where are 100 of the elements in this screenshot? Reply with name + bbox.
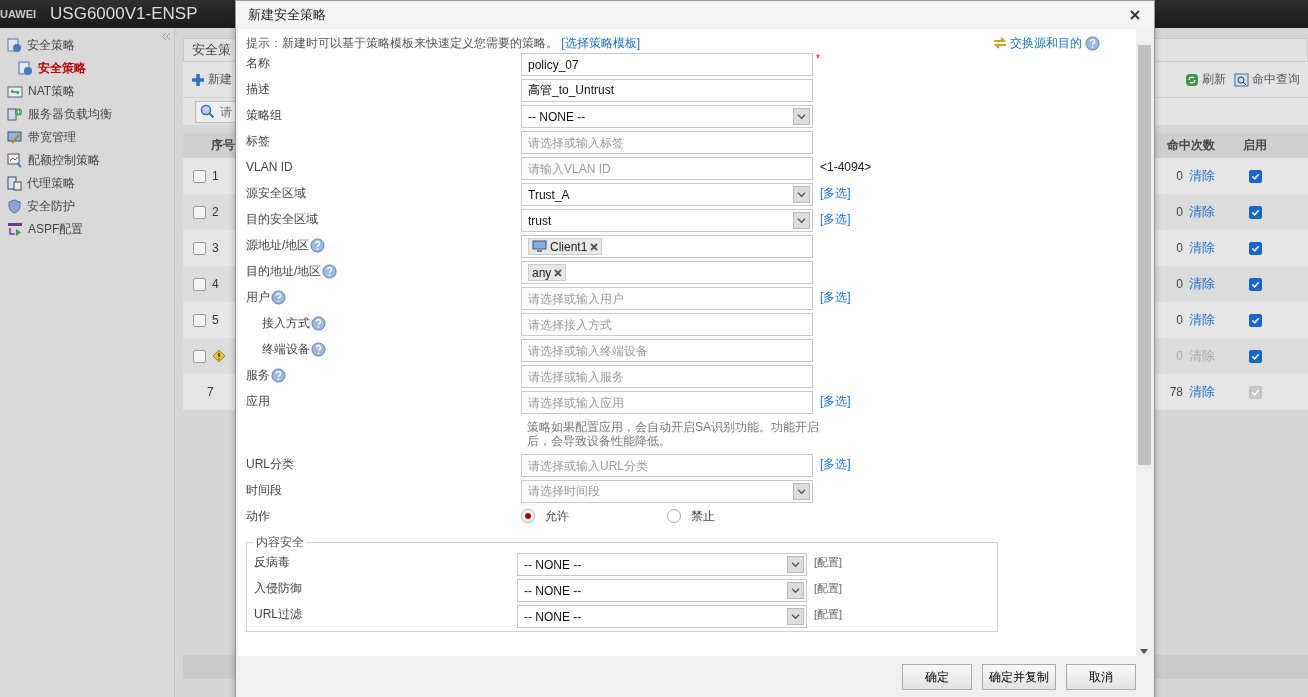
enable-checkbox[interactable] [1248, 205, 1262, 219]
config-link[interactable]: [配置] [814, 553, 843, 571]
radio-button[interactable] [521, 509, 535, 523]
clear-link[interactable]: 清除 [1189, 167, 1215, 185]
row-checkbox[interactable] [193, 313, 206, 327]
sidebar-item[interactable]: 服务器负载均衡 [0, 103, 174, 126]
check-icon [1250, 387, 1260, 397]
caret-icon[interactable] [793, 212, 810, 229]
help-icon[interactable] [311, 341, 326, 357]
table-cell: 5 [212, 313, 219, 327]
sidebar-item[interactable]: 安全策略 [0, 57, 174, 80]
text-field[interactable]: 请选择或输入用户 [521, 287, 813, 310]
help-icon[interactable] [311, 315, 326, 331]
caret-icon[interactable] [793, 483, 810, 500]
row-checkbox[interactable] [193, 241, 206, 255]
clear-link[interactable]: 清除 [1189, 239, 1215, 257]
select-field[interactable]: -- NONE -- [521, 105, 813, 128]
enable-checkbox[interactable] [1248, 349, 1262, 363]
device-title: USG6000V1-ENSP [50, 4, 198, 24]
refresh-button[interactable]: 刷新 [1185, 71, 1226, 88]
clear-link[interactable]: 清除 [1189, 383, 1215, 401]
text-field[interactable]: 请选择或输入应用 [521, 391, 813, 414]
help-icon[interactable] [1085, 35, 1100, 51]
template-link[interactable]: [选择策略模板] [561, 35, 640, 50]
text-field[interactable]: 请选择或输入终端设备 [521, 339, 813, 362]
config-link[interactable]: [配置] [814, 579, 843, 597]
help-icon[interactable] [310, 237, 326, 253]
enable-checkbox[interactable] [1248, 313, 1262, 327]
text-field[interactable]: 高管_to_Untrust [521, 79, 813, 102]
new-button[interactable]: 新建 [191, 71, 232, 88]
dialog-button[interactable]: 确定并复制 [982, 664, 1056, 690]
caret-icon[interactable] [787, 582, 804, 599]
config-link[interactable]: [配置] [814, 605, 843, 623]
caret-icon[interactable] [793, 108, 810, 125]
select-field[interactable]: -- NONE -- [517, 605, 807, 628]
row-checkbox[interactable] [193, 169, 206, 183]
radio-button[interactable] [667, 509, 681, 523]
hit-query-button[interactable]: 命中查询 [1234, 71, 1300, 88]
help-icon[interactable] [322, 263, 338, 279]
radio-option[interactable]: 禁止 [667, 506, 813, 526]
multi-select-link[interactable]: [多选] [820, 212, 851, 226]
text-field[interactable]: 请选择或输入服务 [521, 365, 813, 388]
remove-icon[interactable] [554, 268, 563, 277]
check-icon [1250, 351, 1260, 361]
text-field[interactable]: 请选择或输入URL分类 [521, 454, 813, 477]
swap-link[interactable]: 交换源和目的 [993, 34, 1100, 52]
close-icon [1130, 10, 1140, 20]
help-icon[interactable] [271, 289, 286, 305]
tab[interactable]: 安全策 [192, 41, 231, 59]
select-field[interactable]: -- NONE -- [517, 553, 807, 576]
help-icon[interactable] [271, 367, 286, 383]
enable-checkbox[interactable] [1248, 277, 1262, 291]
enable-checkbox[interactable] [1248, 241, 1262, 255]
caret-icon[interactable] [787, 556, 804, 573]
row-checkbox[interactable] [193, 277, 206, 291]
address-tag: any [528, 264, 567, 281]
dialog-button[interactable]: 取消 [1066, 664, 1136, 690]
multi-select-link[interactable]: [多选] [820, 186, 851, 200]
select-field[interactable]: Trust_A [521, 183, 813, 206]
multi-select-link[interactable]: [多选] [820, 457, 851, 471]
text-field[interactable]: 请输入VLAN ID [521, 157, 813, 180]
sidebar-item[interactable]: 代理策略 [0, 172, 174, 195]
table-cell: 0 [1176, 277, 1183, 291]
clear-link[interactable]: 清除 [1189, 275, 1215, 293]
flow-icon [7, 222, 23, 237]
row-checkbox[interactable] [193, 349, 206, 363]
sidebar-item[interactable]: NAT策略 [0, 80, 174, 103]
text-field[interactable]: policy_07 [521, 53, 813, 76]
enable-checkbox[interactable] [1248, 385, 1262, 399]
column-header: 启用 [1243, 137, 1267, 154]
address-field[interactable]: Client1 [521, 235, 813, 258]
text-field[interactable]: 请选择或输入标签 [521, 131, 813, 154]
select-field[interactable]: -- NONE -- [517, 579, 807, 602]
multi-select-link[interactable]: [多选] [820, 394, 851, 408]
select-field[interactable]: trust [521, 209, 813, 232]
shield-icon [7, 199, 22, 214]
sidebar-item[interactable]: 安全防护 [0, 195, 174, 218]
sidebar-item[interactable]: 安全策略 [0, 34, 174, 57]
enable-checkbox[interactable] [1248, 169, 1262, 183]
clear-link[interactable]: 清除 [1189, 203, 1215, 221]
field-label: 反病毒 [254, 554, 291, 571]
row-checkbox[interactable] [193, 205, 206, 219]
sidebar-item[interactable]: 带宽管理 [0, 126, 174, 149]
dialog-button[interactable]: 确定 [902, 664, 972, 690]
sidebar-item[interactable]: 配额控制策略 [0, 149, 174, 172]
radio-option[interactable]: 允许 [521, 506, 667, 526]
close-button[interactable] [1130, 10, 1140, 20]
monitor-icon [7, 130, 23, 145]
sidebar-item[interactable]: ASPF配置 [0, 218, 174, 241]
clear-link[interactable]: 清除 [1189, 311, 1215, 329]
text-field[interactable]: 请选择接入方式 [521, 313, 813, 336]
caret-icon[interactable] [787, 608, 804, 625]
scrollbar[interactable] [1136, 29, 1152, 656]
document-icon [18, 61, 33, 76]
server-icon [7, 107, 23, 122]
remove-icon[interactable] [590, 242, 599, 251]
field-label: URL分类 [246, 456, 294, 473]
multi-select-link[interactable]: [多选] [820, 290, 851, 304]
address-field[interactable]: any [521, 261, 813, 284]
caret-icon[interactable] [793, 186, 810, 203]
